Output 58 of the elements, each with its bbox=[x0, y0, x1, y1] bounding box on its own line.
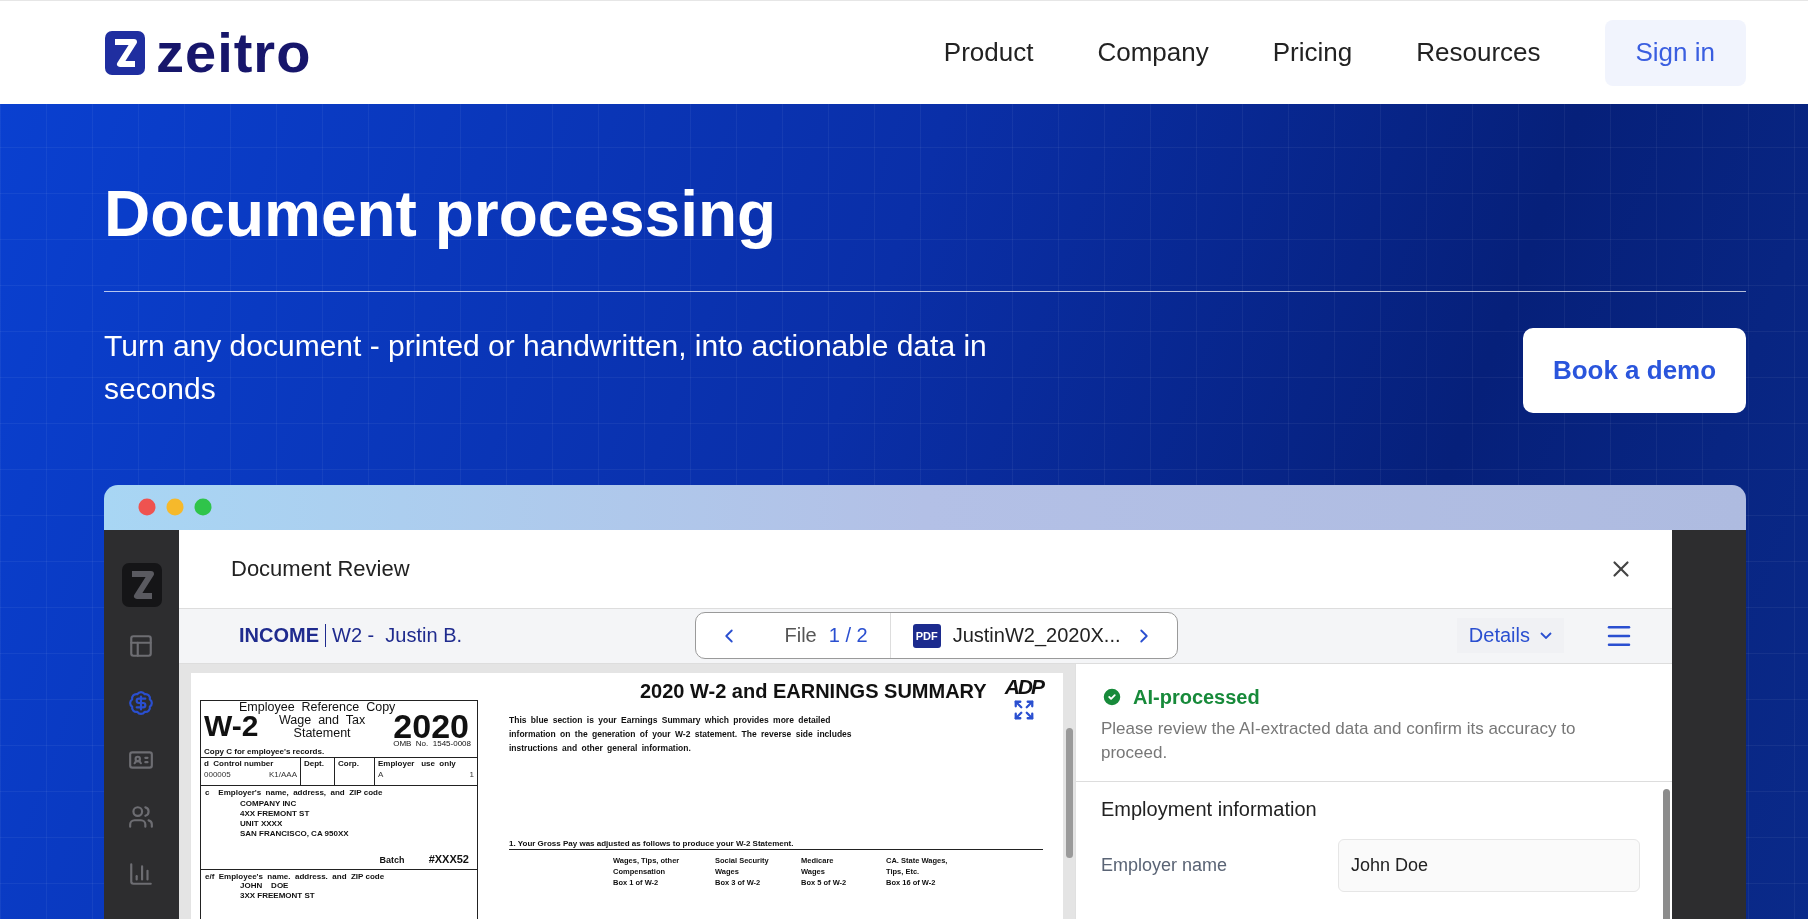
file-name: JustinW2_2020X... bbox=[952, 624, 1121, 648]
address-line: UNIT XXXX bbox=[240, 818, 284, 829]
document-label: W2 - Justin B. bbox=[331, 624, 463, 648]
form-field-label: Dept. bbox=[304, 758, 325, 768]
batch-label: Batch bbox=[379, 854, 405, 865]
app-logo-icon bbox=[120, 561, 163, 608]
layout-icon bbox=[127, 632, 154, 659]
form-field-label: Corp. bbox=[338, 758, 360, 768]
omb-number: OMB No. 1545-0008 bbox=[393, 738, 471, 748]
bar-chart-icon bbox=[127, 860, 154, 887]
batch-number: #XXX52 bbox=[428, 852, 469, 865]
status-label: AI-processed bbox=[1133, 685, 1260, 709]
expand-icon[interactable] bbox=[1012, 698, 1035, 721]
details-dropdown[interactable]: Details bbox=[1456, 618, 1564, 654]
gross-pay-heading: 1. Your Gross Pay was adjusted as follows to produce your W-2 Statement. bbox=[509, 838, 1043, 850]
address-line: 4XX FREMONT ST bbox=[240, 808, 311, 819]
address-line: SAN FRANCISCO, CA 950XX bbox=[240, 828, 350, 839]
address-line: 3XX FREEMONT ST bbox=[240, 890, 316, 901]
form-field-label: e/f Employee's name. address. and ZIP code bbox=[205, 871, 386, 881]
nav-link[interactable]: Resources bbox=[1416, 37, 1541, 68]
employer-name-field[interactable]: John Doe bbox=[1338, 838, 1640, 892]
address-line: COMPANY INC bbox=[240, 798, 298, 809]
form-field-label: c Employer's name, address, and ZIP code bbox=[205, 787, 384, 797]
nav-link[interactable]: Product bbox=[943, 37, 1034, 68]
form-field-value: K1/AAA bbox=[269, 769, 297, 779]
users-icon bbox=[127, 803, 154, 830]
nav-link[interactable]: Pricing bbox=[1272, 37, 1353, 68]
form-field-value: A bbox=[378, 769, 384, 779]
form-field-label: d Control number bbox=[204, 758, 275, 768]
nav-link[interactable]: Company bbox=[1097, 37, 1209, 68]
file-position: 1 / 2 bbox=[828, 624, 868, 648]
logo-icon bbox=[104, 29, 146, 76]
form-field-value: 000005 bbox=[204, 769, 231, 779]
copy-note: Copy C for employee's records. bbox=[204, 746, 325, 756]
book-demo-button[interactable]: Book a demo bbox=[1523, 327, 1746, 413]
pdf-badge: PDF bbox=[912, 623, 941, 648]
field-label: Employer name bbox=[1101, 854, 1229, 876]
category-label: INCOME bbox=[239, 624, 326, 648]
check-circle-icon bbox=[1101, 686, 1123, 709]
file-label: File bbox=[784, 624, 817, 648]
section-title: Employment information bbox=[1101, 797, 1318, 821]
status-message: Please review the AI-extracted data and confirm its accuracy to proceed. bbox=[1101, 717, 1577, 764]
window-controls-icon[interactable] bbox=[138, 498, 212, 517]
hero-title: Document processing bbox=[104, 177, 778, 252]
caret-icon bbox=[1540, 632, 1552, 640]
statement-label: Wage and Tax Statement bbox=[279, 713, 366, 740]
hero-subtitle: Turn any document - printed or handwritten, into actionable data in seconds bbox=[104, 327, 988, 407]
form-field-label: Employer use only bbox=[378, 758, 457, 768]
dollar-badge-icon bbox=[127, 689, 154, 716]
document-title: 2020 W-2 and EARNINGS SUMMARY bbox=[639, 679, 987, 703]
scrollbar[interactable] bbox=[1066, 727, 1073, 858]
sign-in-button[interactable]: Sign in bbox=[1604, 19, 1746, 86]
intro-paragraph: This blue section is your Earnings Summary which provides more detailed information on the generation of your W-2 statement. The reverse side includes instructions and other general information. bbox=[509, 713, 853, 755]
brand-logo: ADP bbox=[1004, 675, 1043, 697]
modal-title: Document Review bbox=[231, 555, 410, 582]
logo-wordmark[interactable]: zeitro bbox=[156, 20, 312, 85]
form-field-value: 1 bbox=[469, 769, 474, 779]
address-line: JOHN DOE bbox=[240, 880, 290, 891]
